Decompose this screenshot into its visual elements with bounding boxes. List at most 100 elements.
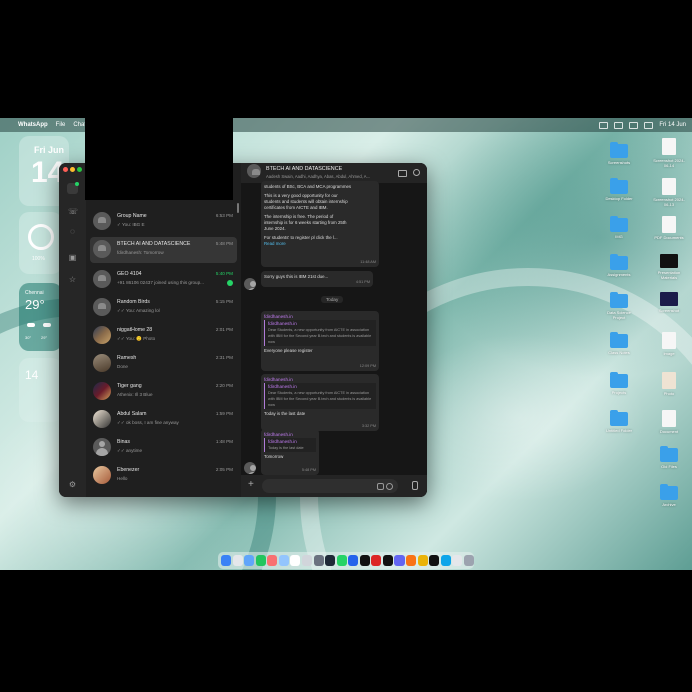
chat-row[interactable]: Ramesh Done 2:31 PM [90,351,237,377]
photos-icon[interactable] [301,555,312,566]
quoted-message[interactable]: fdirdhanesh.in Dear Students, a new oppo… [264,383,376,409]
chat-list-scrollbar[interactable] [237,203,239,213]
app-icon[interactable] [417,555,428,566]
app-menu[interactable]: WhatsApp [18,122,48,128]
whatsapp-icon[interactable] [336,555,347,566]
attach-icon[interactable]: + [248,480,254,490]
app-icon[interactable] [394,555,405,566]
message-text: Sorry guys this is IBM 21st due... [264,274,329,279]
file-icon[interactable] [662,138,676,155]
settings-icon[interactable]: ⚙ [68,480,77,489]
chat-row[interactable]: Tiger gang Athenix: Ill 3 Blue 2:20 PM [90,379,237,405]
unread-badge [227,280,233,286]
status-icon[interactable]: ◌ [68,227,77,236]
quoted-message[interactable]: fdirdhanesh.in Dear Students, a new oppo… [264,320,376,346]
messages-icon[interactable] [255,555,266,566]
image-thumbnail-icon[interactable] [660,254,678,268]
folder-icon[interactable] [610,178,628,194]
safari-icon[interactable] [244,555,255,566]
message-bubble[interactable]: fdirdhanesh.in fdirdhanesh.in Dear Stude… [261,311,379,371]
launchpad-icon[interactable] [232,555,243,566]
starred-icon[interactable]: ☆ [68,275,77,284]
desktop-icon-label: PDF Documents [654,235,684,240]
chat-preview: Done [117,364,128,369]
folder-icon[interactable] [610,332,628,348]
folder-icon[interactable] [610,410,628,426]
app-icon[interactable] [406,555,417,566]
quoted-text: Today is the last date [268,446,304,450]
finder-icon[interactable] [221,555,232,566]
search-icon[interactable] [413,169,420,176]
settings-app-icon[interactable] [313,555,324,566]
read-more-link[interactable]: Read more [264,241,376,247]
folder-icon[interactable] [610,142,628,158]
reminders-widget[interactable]: 14 [19,358,62,422]
file-icon[interactable] [662,178,676,195]
message-bubble[interactable]: fdirdhanesh.in fdirdhanesh.in Dear Stude… [261,374,379,431]
chat-row-selected[interactable]: BTECH AI AND DATASCIENCE fdirdhanesh: To… [90,237,237,263]
folder-icon[interactable] [610,216,628,232]
communities-icon[interactable]: ▣ [68,253,77,262]
whatsapp-window[interactable]: ☏ ◌ ▣ ☆ ⚙ Group Name ✓ You: IBG E 6:53 P… [59,163,427,497]
conversation-title: BTECH AI AND DATASCIENCE [266,166,343,172]
zoom-window-button[interactable] [77,167,82,172]
downloads-icon[interactable] [452,555,463,566]
weather-widget[interactable]: Chennai 29° 30° 29° [19,283,62,351]
weather-cloud-icon [27,323,35,327]
file-icon[interactable] [662,332,676,349]
chat-row[interactable]: niggatHome 28 ✓✓ You: 🙂 Photo 2:01 PM [90,323,237,349]
chats-icon[interactable] [67,182,79,194]
file-icon[interactable] [662,410,676,427]
quoted-message[interactable]: fdirdhanesh.in Today is the last date [264,438,316,452]
terminal-icon[interactable] [325,555,336,566]
wifi-icon[interactable] [614,121,624,129]
emoji-icon[interactable] [386,483,393,490]
battery-icon[interactable] [599,121,609,129]
tv-icon[interactable] [359,555,370,566]
close-window-button[interactable] [63,167,68,172]
chat-row[interactable]: Group Name ✓ You: IBG E 6:53 PM [90,209,237,235]
vscode-icon[interactable] [348,555,359,566]
search-icon[interactable] [629,121,639,129]
sticker-icon[interactable] [377,483,384,490]
chat-time: 6:53 PM [215,213,233,218]
notion-icon[interactable] [382,555,393,566]
chat-row[interactable]: Random Birds ✓✓ You: Amazing lol 5:15 PM [90,295,237,321]
folder-icon[interactable] [660,446,678,462]
image-thumbnail-icon[interactable] [660,292,678,306]
file-icon[interactable] [662,372,676,389]
chat-preview: Athenix: Ill 3 Blue [117,392,153,397]
music-icon[interactable] [267,555,278,566]
chat-row[interactable]: Abdul Salam ✓✓ ok boss, I am fine anyway… [90,407,237,433]
message-bubble[interactable]: fdirdhanesh.in fdirdhanesh.in Today is t… [261,429,319,475]
message-input[interactable] [262,479,398,493]
trash-icon[interactable] [463,555,474,566]
minimize-window-button[interactable] [70,167,75,172]
conversation-header[interactable]: BTECH AI AND DATASCIENCE Aadesh Swain, A… [241,163,427,183]
app-icon[interactable] [440,555,451,566]
video-call-icon[interactable] [398,170,407,177]
netflix-icon[interactable] [371,555,382,566]
folder-icon[interactable] [610,254,628,270]
quoted-text: Dear Students, a new opportunity from AI… [268,328,372,344]
desktop-icon-label: Image [663,351,675,356]
calendar-icon[interactable] [290,555,301,566]
battery-widget[interactable]: 100% [19,212,62,274]
calls-icon[interactable]: ☏ [68,207,78,216]
control-center-icon[interactable] [644,121,654,129]
chat-row[interactable]: Binas ✓✓ anytime 1:48 PM [90,435,237,461]
folder-icon[interactable] [610,292,628,308]
message-bubble[interactable]: students of BSc, BCA and MCA programmes … [261,181,379,267]
file-menu[interactable]: File [56,122,66,128]
microphone-icon[interactable] [412,481,418,490]
app-icon[interactable] [429,555,440,566]
conversation-members: Aadesh Swain, Aadhi, Aadhya, Abas, Abdul… [266,174,371,179]
chat-row[interactable]: Ebenezer Hello 2:05 PM [90,463,237,489]
folder-icon[interactable] [660,484,678,500]
clock[interactable]: Fri 14 Jun [659,122,686,128]
mail-icon[interactable] [278,555,289,566]
folder-icon[interactable] [610,372,628,388]
file-icon[interactable] [662,216,676,233]
message-bubble[interactable]: Sorry guys this is IBM 21st due... 4:51 … [261,271,373,287]
chat-row[interactable]: GEO 4104 +91 86106 02437 joined using th… [90,267,237,293]
